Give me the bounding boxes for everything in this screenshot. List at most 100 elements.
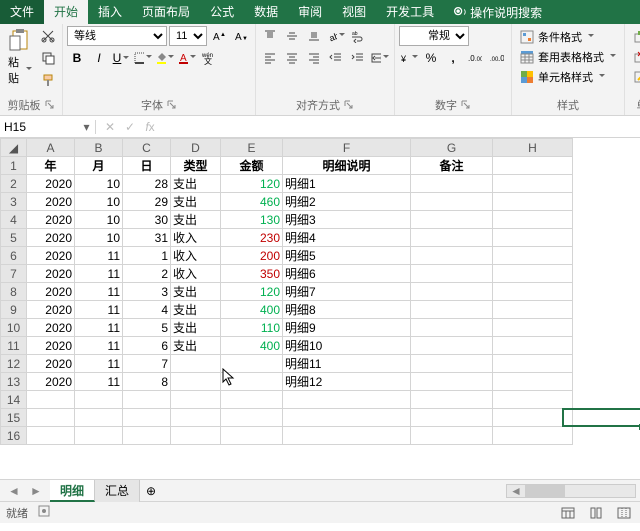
cell-D7[interactable]: 收入 [171, 265, 221, 283]
cell-H9[interactable] [493, 301, 573, 319]
align-middle-button[interactable] [282, 26, 302, 46]
cell-B14[interactable] [75, 391, 123, 409]
col-header-A[interactable]: A [27, 139, 75, 157]
cell-E8[interactable]: 120 [221, 283, 283, 301]
row-header-2[interactable]: 2 [1, 175, 27, 193]
tab-data[interactable]: 数据 [244, 0, 288, 24]
clipboard-launcher-icon[interactable] [45, 100, 55, 110]
cell-B6[interactable]: 11 [75, 247, 123, 265]
cell-A10[interactable]: 2020 [27, 319, 75, 337]
cell-G3[interactable] [411, 193, 493, 211]
cell-E10[interactable]: 110 [221, 319, 283, 337]
cell-D15[interactable] [171, 409, 221, 427]
phonetic-button[interactable]: wén文 [199, 48, 219, 68]
cell-E3[interactable]: 460 [221, 193, 283, 211]
cell-A13[interactable]: 2020 [27, 373, 75, 391]
cell-A7[interactable]: 2020 [27, 265, 75, 283]
row-header-9[interactable]: 9 [1, 301, 27, 319]
cell-E11[interactable]: 400 [221, 337, 283, 355]
col-header-B[interactable]: B [75, 139, 123, 157]
row-header-12[interactable]: 12 [1, 355, 27, 373]
tab-page-layout[interactable]: 页面布局 [132, 0, 200, 24]
cell-D9[interactable]: 支出 [171, 301, 221, 319]
cell-E6[interactable]: 200 [221, 247, 283, 265]
accounting-format-button[interactable]: ¥ [399, 48, 419, 68]
cell-A14[interactable] [27, 391, 75, 409]
tab-formulas[interactable]: 公式 [200, 0, 244, 24]
cell-C9[interactable]: 4 [123, 301, 171, 319]
font-name-select[interactable]: 等线 [67, 26, 167, 46]
format-cells-button[interactable]: 格 [629, 68, 640, 86]
cell-C15[interactable] [123, 409, 171, 427]
orientation-button[interactable]: ab [326, 26, 346, 46]
view-page-break-button[interactable] [614, 503, 634, 523]
cell-A5[interactable]: 2020 [27, 229, 75, 247]
formula-input[interactable] [164, 120, 640, 134]
col-header-E[interactable]: E [221, 139, 283, 157]
cell-B11[interactable]: 11 [75, 337, 123, 355]
cell-B2[interactable]: 10 [75, 175, 123, 193]
cell-B7[interactable]: 11 [75, 265, 123, 283]
row-header-14[interactable]: 14 [1, 391, 27, 409]
cell-A6[interactable]: 2020 [27, 247, 75, 265]
row-header-4[interactable]: 4 [1, 211, 27, 229]
cell-D2[interactable]: 支出 [171, 175, 221, 193]
cell-G14[interactable] [411, 391, 493, 409]
cell-F6[interactable]: 明细5 [283, 247, 411, 265]
cell-H8[interactable] [493, 283, 573, 301]
increase-decimal-button[interactable]: .0.00 [465, 48, 485, 68]
increase-font-button[interactable]: A▲ [209, 26, 229, 46]
cell-F8[interactable]: 明细7 [283, 283, 411, 301]
border-button[interactable] [133, 48, 153, 68]
cancel-formula-button[interactable]: ✕ [100, 117, 120, 137]
cell-G15[interactable] [411, 409, 493, 427]
font-color-button[interactable]: A [177, 48, 197, 68]
cell-C4[interactable]: 30 [123, 211, 171, 229]
sheet-tab-summary[interactable]: 汇总 [95, 480, 140, 502]
cell-G4[interactable] [411, 211, 493, 229]
cell-A2[interactable]: 2020 [27, 175, 75, 193]
cell-F9[interactable]: 明细8 [283, 301, 411, 319]
paste-button[interactable]: 粘贴 [4, 26, 36, 88]
col-header-C[interactable]: C [123, 139, 171, 157]
enter-formula-button[interactable]: ✓ [120, 117, 140, 137]
row-header-11[interactable]: 11 [1, 337, 27, 355]
cell-F2[interactable]: 明细1 [283, 175, 411, 193]
row-header-3[interactable]: 3 [1, 193, 27, 211]
col-header-D[interactable]: D [171, 139, 221, 157]
cell-H1[interactable] [493, 157, 573, 175]
cell-styles-button[interactable]: 单元格样式 [516, 68, 609, 86]
insert-cells-button[interactable]: 插 [629, 28, 640, 46]
cell-A9[interactable]: 2020 [27, 301, 75, 319]
cell-D16[interactable] [171, 427, 221, 445]
cell-F1[interactable]: 明细说明 [283, 157, 411, 175]
cell-F11[interactable]: 明细10 [283, 337, 411, 355]
cell-E12[interactable] [221, 355, 283, 373]
cell-D10[interactable]: 支出 [171, 319, 221, 337]
cell-A4[interactable]: 2020 [27, 211, 75, 229]
percent-button[interactable]: % [421, 48, 441, 68]
name-box[interactable]: ▾ [0, 120, 96, 134]
cell-H10[interactable] [493, 319, 573, 337]
cell-C2[interactable]: 28 [123, 175, 171, 193]
cell-C16[interactable] [123, 427, 171, 445]
row-header-7[interactable]: 7 [1, 265, 27, 283]
underline-button[interactable]: U [111, 48, 131, 68]
cell-E4[interactable]: 130 [221, 211, 283, 229]
align-left-button[interactable] [260, 48, 280, 68]
cell-A15[interactable] [27, 409, 75, 427]
alignment-launcher-icon[interactable] [344, 100, 354, 110]
sheet-nav-next[interactable]: ► [26, 481, 46, 501]
cell-C10[interactable]: 5 [123, 319, 171, 337]
view-normal-button[interactable] [558, 503, 578, 523]
align-center-button[interactable] [282, 48, 302, 68]
cell-G9[interactable] [411, 301, 493, 319]
decrease-font-button[interactable]: A▼ [231, 26, 251, 46]
cell-C11[interactable]: 6 [123, 337, 171, 355]
row-header-16[interactable]: 16 [1, 427, 27, 445]
cell-G2[interactable] [411, 175, 493, 193]
cell-C3[interactable]: 29 [123, 193, 171, 211]
cell-B9[interactable]: 11 [75, 301, 123, 319]
cell-D5[interactable]: 收入 [171, 229, 221, 247]
wrap-text-button[interactable]: ab [348, 26, 368, 46]
